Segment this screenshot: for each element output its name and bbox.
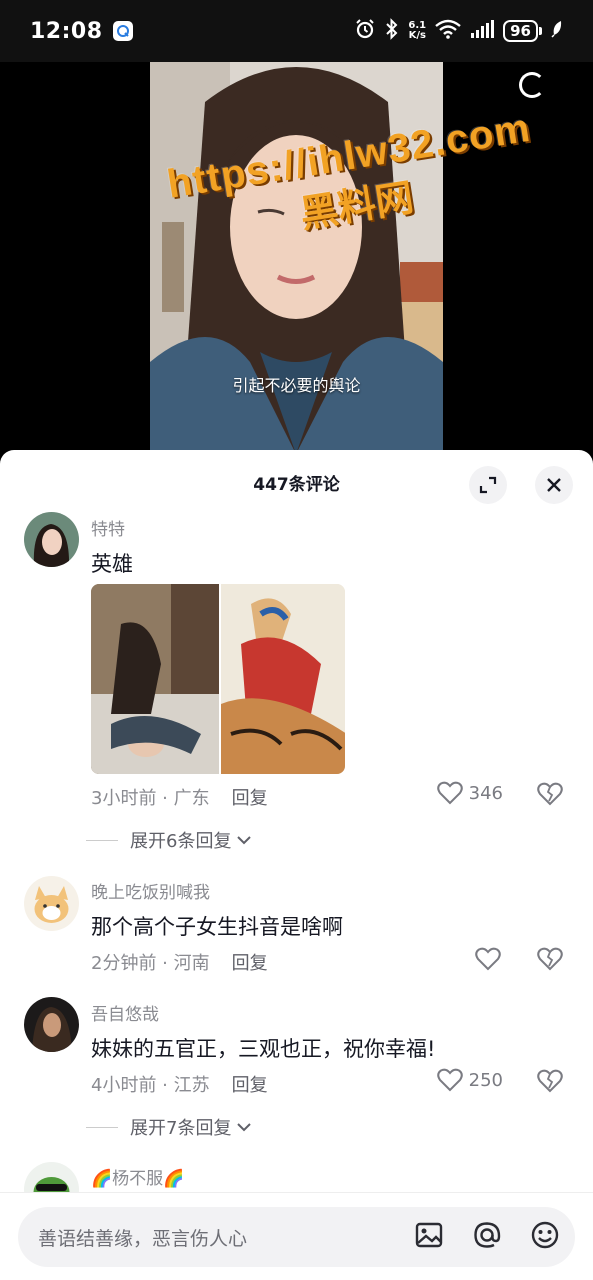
comment-location: 河南	[173, 953, 210, 974]
like-count: 346	[468, 782, 503, 804]
comment-time: 4小时前	[91, 1075, 157, 1096]
comment-username[interactable]: 🌈杨不服🌈	[91, 1164, 184, 1189]
close-button[interactable]	[535, 466, 573, 504]
expand-replies-label: 展开6条回复	[130, 831, 232, 852]
expand-replies-button[interactable]: 展开6条回复	[86, 827, 252, 853]
comment-text: 那个高个子女生抖音是啥啊	[91, 915, 343, 939]
like-button[interactable]: 250	[436, 1068, 503, 1092]
network-speed-unit: K/s	[408, 30, 426, 41]
expand-icon	[479, 476, 497, 494]
dislike-button[interactable]	[537, 782, 563, 810]
status-bar: 12:08 6.1 K/s 96	[0, 0, 593, 62]
at-icon	[474, 1222, 501, 1248]
mention-button[interactable]	[471, 1219, 503, 1255]
reply-button[interactable]: 回复	[232, 788, 268, 809]
comment-image-left	[91, 584, 219, 774]
expand-replies-button[interactable]: 展开7条回复	[86, 1114, 252, 1140]
like-button[interactable]	[475, 947, 501, 975]
comment-username[interactable]: 晚上吃饭别喊我	[91, 878, 210, 903]
reply-button[interactable]: 回复	[232, 1075, 268, 1096]
close-icon	[547, 478, 561, 492]
heart-icon	[475, 947, 501, 971]
comment-input[interactable]: 善语结善缘，恶言伤人心	[18, 1207, 575, 1267]
wifi-icon	[435, 19, 461, 43]
broken-heart-icon	[537, 782, 563, 806]
leaf-icon	[551, 20, 563, 42]
emoji-icon	[531, 1221, 559, 1249]
loading-spinner-icon	[519, 72, 545, 98]
comment-location: 广东	[173, 788, 210, 809]
comment-meta: 2分钟前 · 河南 回复	[91, 953, 268, 974]
emoji-button[interactable]	[529, 1219, 561, 1255]
comment-text: 英雄	[91, 552, 133, 576]
battery-level: 96	[503, 20, 538, 42]
network-speed: 6.1 K/s	[408, 21, 426, 41]
comment-username[interactable]: 吾自悠哉	[91, 1000, 159, 1025]
broken-heart-icon	[537, 1069, 563, 1093]
sheet-header: 447条评论	[0, 450, 593, 516]
comment-username[interactable]: 特特	[91, 515, 125, 540]
comment-text: 妹妹的五官正，三观也正，祝你幸福!	[91, 1037, 436, 1061]
image-icon	[415, 1222, 443, 1248]
comment-time: 3小时前	[91, 788, 157, 809]
broken-heart-icon	[537, 947, 563, 971]
dislike-button[interactable]	[537, 947, 563, 975]
alarm-icon	[354, 18, 376, 44]
comment-image-right	[221, 584, 345, 774]
chevron-down-icon	[237, 1123, 252, 1132]
signal-icon	[470, 20, 495, 42]
video-player[interactable]: 引起不必要的舆论 https://ihlw32.com 黑料网	[0, 62, 593, 454]
comment-location: 江苏	[173, 1075, 210, 1096]
status-time: 12:08	[30, 18, 103, 44]
reply-button[interactable]: 回复	[232, 953, 268, 974]
expand-button[interactable]	[469, 466, 507, 504]
comment-input-placeholder: 善语结善缘，恶言伤人心	[38, 1227, 248, 1250]
avatar[interactable]	[24, 876, 79, 931]
like-button[interactable]: 346	[436, 781, 503, 805]
heart-icon	[436, 781, 463, 805]
battery-indicator: 96	[503, 20, 542, 42]
dislike-button[interactable]	[537, 1069, 563, 1097]
comment-meta: 3小时前 · 广东 回复	[91, 788, 268, 809]
chevron-down-icon	[237, 836, 252, 845]
comment-meta: 4小时前 · 江苏 回复	[91, 1075, 268, 1096]
bluetooth-icon	[385, 18, 399, 44]
avatar[interactable]	[24, 997, 79, 1052]
heart-icon	[436, 1068, 463, 1092]
avatar[interactable]	[24, 512, 79, 567]
divider	[0, 1192, 593, 1193]
like-count: 250	[468, 1069, 503, 1091]
video-subtitle: 引起不必要的舆论	[232, 376, 361, 395]
comment-time: 2分钟前	[91, 953, 157, 974]
comments-sheet: 447条评论 特特 英雄 3小时前 · 广东 回复 346 展开6条回复 晚上吃…	[0, 450, 593, 1280]
image-button[interactable]	[413, 1219, 445, 1255]
expand-replies-label: 展开7条回复	[130, 1118, 232, 1139]
comment-image[interactable]	[91, 584, 345, 774]
app-notification-icon	[112, 21, 133, 41]
